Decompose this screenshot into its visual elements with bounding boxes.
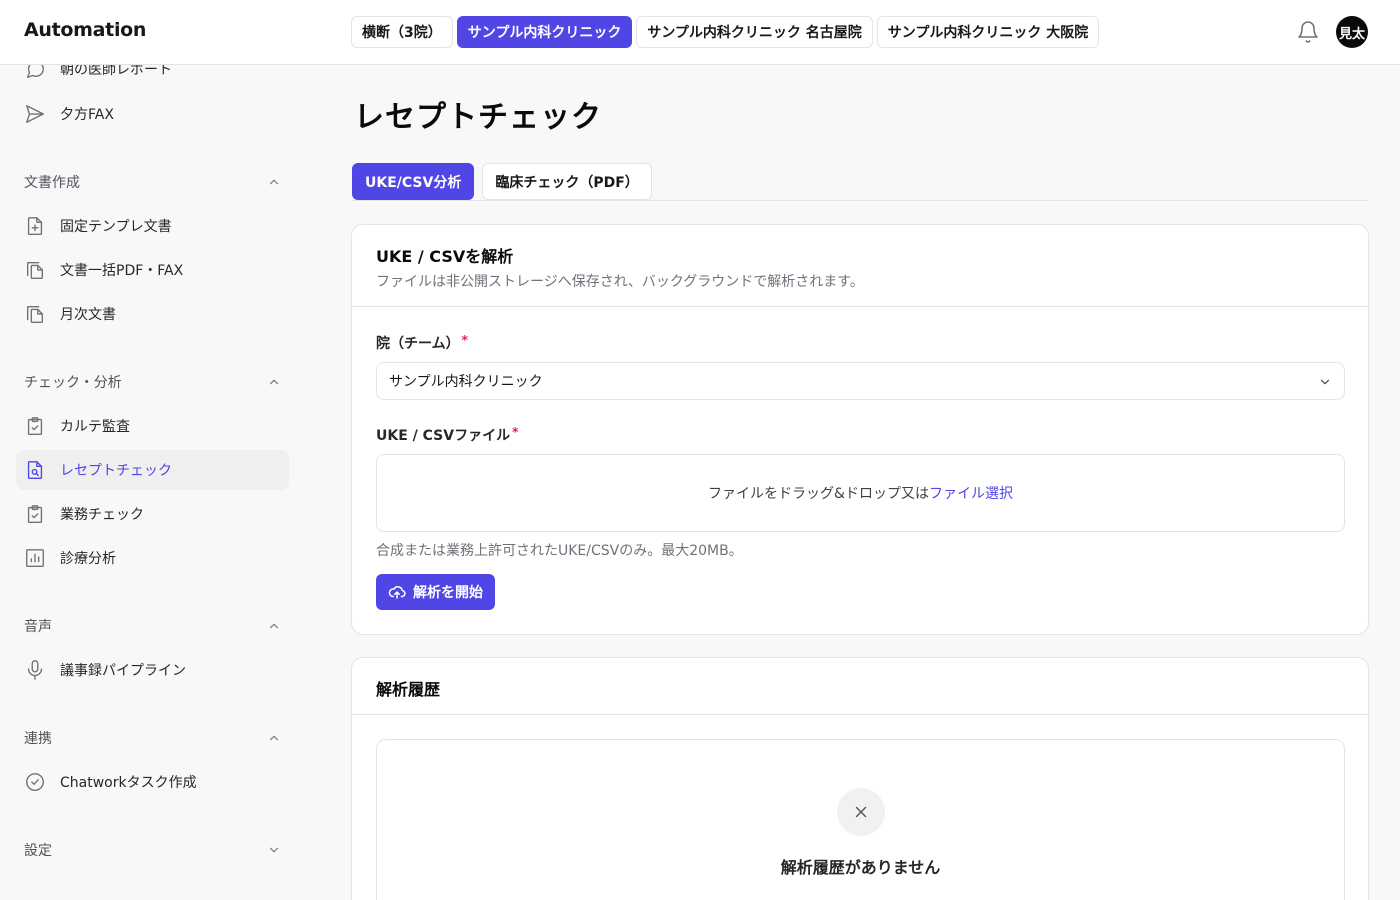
mic-icon (24, 659, 46, 681)
sidebar-item-label: 診療分析 (60, 551, 116, 567)
upload-card-title: UKE / CSVを解析 (376, 247, 514, 266)
upload-card: UKE / CSVを解析 ファイルは非公開ストレージへ保存され、バックグラウンド… (351, 224, 1369, 635)
cloud-upload-icon (388, 583, 406, 601)
file-select-link[interactable]: ファイル選択 (929, 483, 1013, 503)
section-label: 連携 (24, 731, 52, 747)
tab-divider (352, 200, 1368, 201)
close-icon (837, 788, 885, 836)
clipboard-check-icon (24, 503, 46, 525)
sidebar-item-evening-fax[interactable]: 夕方FAX (16, 94, 289, 134)
page-title: レセプトチェック (354, 100, 602, 135)
history-card: 解析履歴 解析履歴がありません (351, 657, 1369, 900)
section-integration[interactable]: 連携 (24, 726, 281, 750)
clinic-tab-osaka[interactable]: サンプル内科クリニック 大阪院 (876, 16, 1100, 48)
bell-icon[interactable] (1296, 20, 1320, 44)
clipboard-check-icon (24, 415, 46, 437)
files-icon (24, 259, 46, 281)
clinic-tab-cross[interactable]: 横断（3院） (351, 16, 453, 48)
sidebar-item-label: カルテ監査 (60, 419, 130, 435)
file-field-label: UKE / CSVファイル * (376, 425, 518, 445)
chart-icon (24, 547, 46, 569)
required-mark: * (512, 425, 519, 439)
tab-uke-csv[interactable]: UKE/CSV分析 (352, 163, 475, 200)
sidebar-item-receipt-check[interactable]: レセプトチェック (16, 450, 289, 490)
upload-card-description: ファイルは非公開ストレージへ保存され、バックグラウンドで解析されます。 (376, 274, 864, 290)
chevron-down-icon (1318, 375, 1332, 389)
section-label: チェック・分析 (24, 375, 122, 391)
sidebar-item-fixed-template[interactable]: 固定テンプレ文書 (16, 206, 289, 246)
avatar[interactable]: 見太 (1336, 16, 1368, 48)
section-voice[interactable]: 音声 (24, 614, 281, 638)
card-divider (352, 714, 1368, 715)
files-icon (24, 303, 46, 325)
section-check-analysis[interactable]: チェック・分析 (24, 370, 281, 394)
chevron-up-icon (267, 175, 281, 189)
sidebar-item-label: 議事録パイプライン (60, 663, 186, 679)
clinic-tab-sample[interactable]: サンプル内科クリニック (456, 16, 633, 48)
sidebar-item-bulk-pdf-fax[interactable]: 文書一括PDF・FAX (16, 250, 289, 290)
tab-clinical-pdf[interactable]: 臨床チェック（PDF） (482, 163, 652, 200)
send-icon (24, 103, 46, 125)
team-select[interactable]: サンプル内科クリニック (376, 362, 1345, 400)
chevron-up-icon (267, 731, 281, 745)
file-search-icon (24, 459, 46, 481)
sidebar-item-label: 月次文書 (60, 307, 116, 323)
sidebar-item-label: レセプトチェック (60, 463, 172, 479)
sidebar-item-chatwork-task[interactable]: Chatworkタスク作成 (16, 762, 289, 802)
team-field-label: 院（チーム） * (376, 333, 468, 353)
file-label-text: UKE / CSVファイル (376, 428, 511, 444)
file-dropzone[interactable]: ファイルをドラッグ&ドロップ又は ファイル選択 (376, 454, 1345, 532)
empty-state: 解析履歴がありません (376, 739, 1345, 900)
sidebar-item-label: Chatworkタスク作成 (60, 775, 197, 791)
section-settings[interactable]: 設定 (24, 838, 281, 862)
chevron-up-icon (267, 375, 281, 389)
section-label: 文書作成 (24, 175, 80, 191)
section-documents[interactable]: 文書作成 (24, 170, 281, 194)
sidebar-item-clinical-analysis[interactable]: 診療分析 (16, 538, 289, 578)
card-divider (352, 306, 1368, 307)
start-analysis-button[interactable]: 解析を開始 (376, 574, 495, 610)
sidebar-item-label: 夕方FAX (60, 107, 114, 123)
sidebar-item-monthly-docs[interactable]: 月次文書 (16, 294, 289, 334)
file-plus-icon (24, 215, 46, 237)
team-label-text: 院（チーム） (376, 336, 460, 352)
team-select-value: サンプル内科クリニック (389, 374, 543, 390)
top-header: Automation 横断（3院） サンプル内科クリニック サンプル内科クリニッ… (0, 0, 1400, 65)
brand-logo[interactable]: Automation (24, 19, 146, 41)
section-label: 音声 (24, 619, 52, 635)
clinic-tabs: 横断（3院） サンプル内科クリニック サンプル内科クリニック 名古屋院 サンプル… (351, 16, 1100, 48)
chat-icon (24, 65, 46, 80)
chevron-up-icon (267, 619, 281, 633)
empty-state-text: 解析履歴がありません (780, 858, 941, 877)
required-mark: * (461, 333, 468, 347)
history-card-title: 解析履歴 (376, 680, 441, 699)
sidebar-item-label: 固定テンプレ文書 (60, 219, 172, 235)
file-hint: 合成または業務上許可されたUKE/CSVのみ。最大20MB。 (376, 543, 743, 559)
sidebar-item-label: 朝の医師レポート (60, 65, 172, 78)
check-circle-icon (24, 771, 46, 793)
sidebar-item-morning-report[interactable]: 朝の医師レポート (16, 65, 289, 89)
clinic-tab-nagoya[interactable]: サンプル内科クリニック 名古屋院 (636, 16, 873, 48)
sidebar-item-label: 業務チェック (60, 507, 144, 523)
analysis-tabs: UKE/CSV分析 臨床チェック（PDF） (352, 163, 652, 200)
sidebar-item-chart-audit[interactable]: カルテ監査 (16, 406, 289, 446)
dropzone-text: ファイルをドラッグ&ドロップ又は (708, 486, 929, 502)
sidebar-item-operations-check[interactable]: 業務チェック (16, 494, 289, 534)
sidebar-item-label: 文書一括PDF・FAX (60, 263, 184, 279)
section-label: 設定 (24, 843, 52, 859)
sidebar-item-minutes-pipeline[interactable]: 議事録パイプライン (16, 650, 289, 690)
chevron-down-icon (267, 843, 281, 857)
start-analysis-label: 解析を開始 (413, 585, 483, 601)
sidebar: 朝の医師レポート 夕方FAX 文書作成 固定テンプレ文書 文書一括PDF・FAX… (0, 65, 305, 900)
